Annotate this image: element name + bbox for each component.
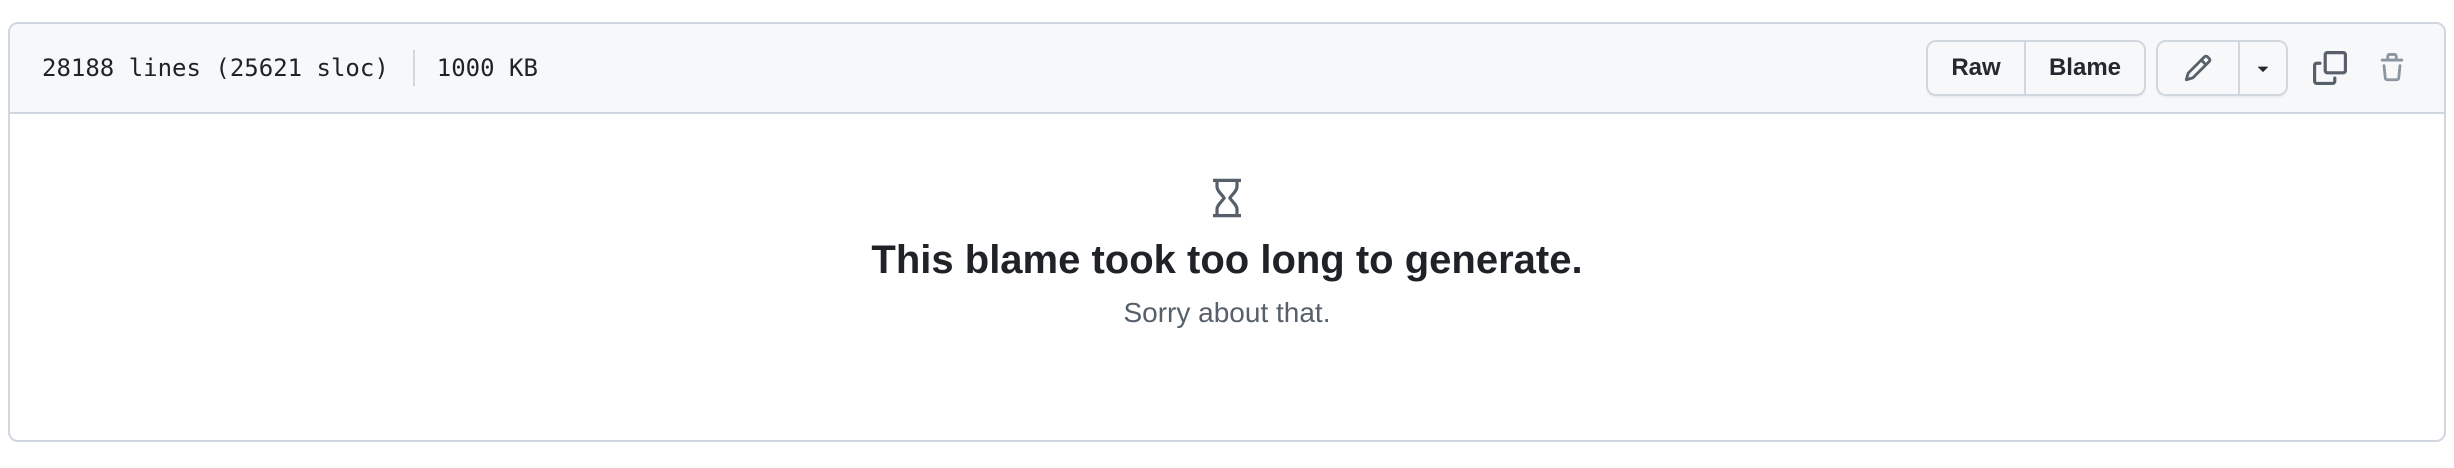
edit-button-group [2156, 40, 2288, 96]
view-button-group: Raw Blame [1926, 40, 2146, 96]
file-header: 28188 lines (25621 sloc) 1000 KB Raw Bla… [10, 24, 2444, 114]
copy-icon [2313, 51, 2347, 85]
message-subtitle: Sorry about that. [1123, 297, 1331, 328]
file-box: 28188 lines (25621 sloc) 1000 KB Raw Bla… [8, 22, 2446, 442]
file-actions: Raw Blame [1926, 40, 2420, 96]
raw-button[interactable]: Raw [1928, 42, 2024, 94]
edit-button[interactable] [2158, 42, 2238, 94]
info-divider [412, 50, 415, 86]
hourglass-icon [1213, 178, 1241, 218]
line-count: 28188 lines (25621 sloc) [42, 54, 389, 82]
blame-message: This blame took too long to generate. So… [10, 114, 2444, 440]
file-size: 1000 KB [436, 54, 538, 82]
message-title: This blame took too long to generate. [871, 238, 1583, 282]
pencil-icon [2184, 54, 2212, 82]
trash-icon [2380, 53, 2404, 82]
triangle-down-icon [2257, 66, 2269, 72]
copy-button[interactable] [2302, 40, 2358, 96]
edit-options-button[interactable] [2238, 42, 2286, 94]
blame-button[interactable]: Blame [2024, 42, 2144, 94]
file-info: 28188 lines (25621 sloc) 1000 KB [42, 50, 538, 86]
delete-button[interactable] [2364, 40, 2420, 96]
